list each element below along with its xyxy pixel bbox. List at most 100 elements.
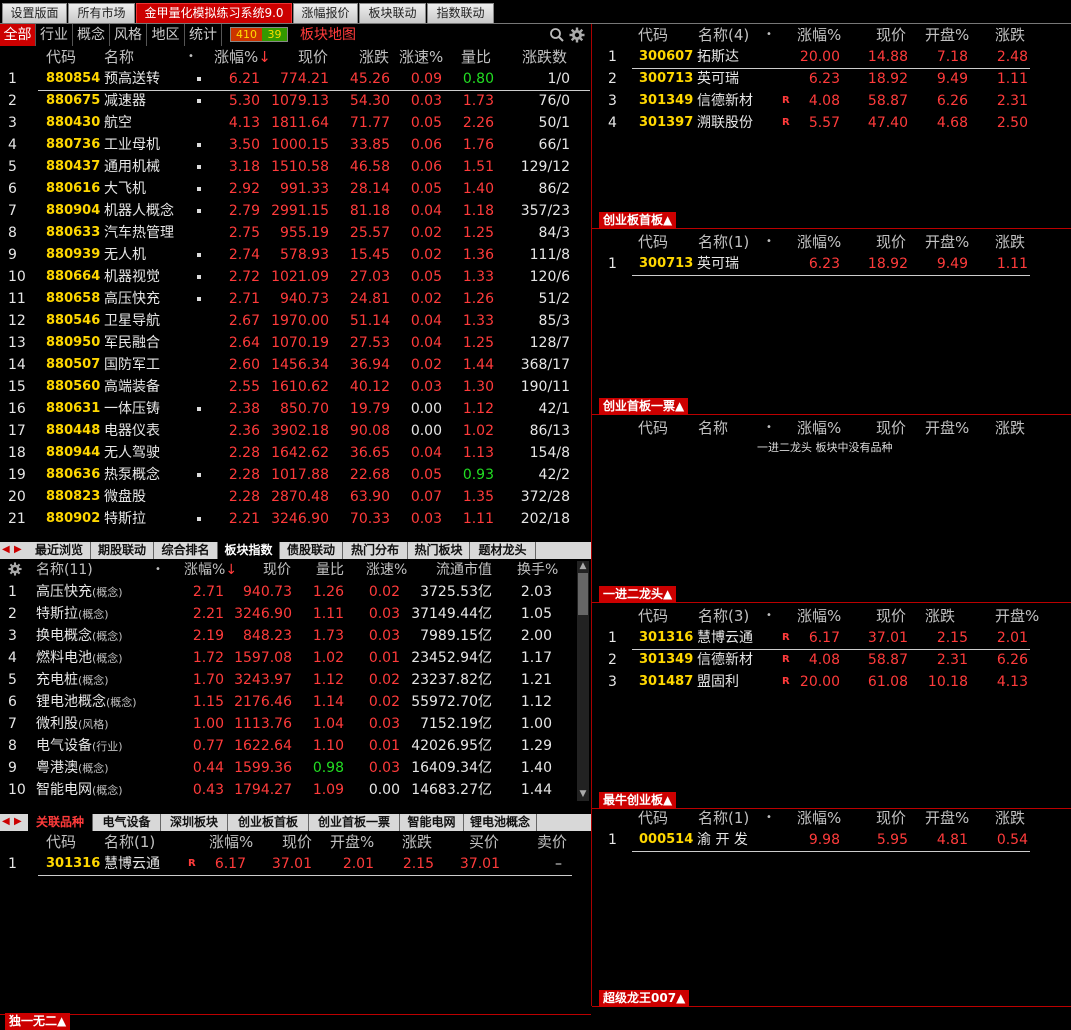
table-row[interactable]: 17 880448 电器仪表 2.36 3902.18 90.08 0.00 1.02 86/1…	[0, 420, 591, 442]
mid-tab-0[interactable]: 最近浏览	[28, 542, 91, 559]
panel-col[interactable]: 现价	[876, 605, 906, 627]
panel-col[interactable]: 开盘%	[925, 417, 969, 439]
col-change[interactable]: 涨跌	[402, 831, 432, 853]
panel-footer-tab[interactable]: 一进二龙头▲	[599, 586, 677, 603]
panel-col[interactable]: 涨幅%	[797, 231, 841, 253]
table-row[interactable]: 2 301349 信德新材 R 4.08 58.87 2.31 6.26	[592, 649, 1071, 671]
panel-col[interactable]: 涨幅%	[797, 807, 841, 829]
table-row[interactable]: 9 880939 无人机 2.74 578.93 15.45 0.02 1.36 111/8	[0, 244, 591, 266]
col-name[interactable]: 名称	[104, 46, 134, 68]
table-row[interactable]: 20 880823 微盘股 2.28 2870.48 63.90 0.07 1.35 372/2…	[0, 486, 591, 508]
tab-all-markets[interactable]: 所有市场	[68, 3, 135, 23]
col-mid-price[interactable]: 现价	[263, 559, 291, 581]
col-up-down-count[interactable]: 涨跌数	[522, 46, 567, 68]
panel-col[interactable]: 现价	[876, 807, 906, 829]
tab-quant-system[interactable]: 金甲量化模拟练习系统9.0	[136, 3, 292, 23]
col-name[interactable]: 名称(1)	[104, 831, 155, 853]
col-bid[interactable]: 买价	[469, 831, 499, 853]
table-row[interactable]: 5 880437 通用机械 3.18 1510.58 46.58 0.06 1.51 129/1…	[0, 156, 591, 178]
panel-col[interactable]: 代码	[638, 807, 668, 829]
scroll-thumb[interactable]	[578, 573, 588, 615]
panel-col[interactable]: 开盘%	[925, 231, 969, 253]
bottom-tab-6[interactable]: 锂电池概念	[464, 814, 537, 831]
table-row[interactable]: 1 880854 预高送转 6.21 774.21 45.26 0.09 0.80 1/0	[0, 68, 591, 90]
table-row[interactable]: 1 301316 慧博云通 R 6.17 37.01 2.15 2.01	[592, 627, 1071, 649]
sector-map-link[interactable]: 板块地图	[300, 24, 356, 46]
col-price[interactable]: 现价	[298, 46, 328, 68]
table-row[interactable]: 1 301316 慧博云通 R 6.17 37.01 2.01 2.15 37.01 –	[0, 853, 591, 875]
panel-col[interactable]: 涨幅%	[797, 24, 841, 46]
table-row[interactable]: 16 880631 一体压铸 2.38 850.70 19.79 0.00 1.12 42/1	[0, 398, 591, 420]
panel-footer-tab[interactable]: 创业首板一票▲	[599, 398, 689, 415]
table-row[interactable]: 2 特斯拉(概念) 2.21 3246.90 1.11 0.03 37149.44亿 1.05	[0, 603, 576, 625]
table-row[interactable]: 8 880633 汽车热管理 2.75 955.19 25.57 0.02 1.25 84/3	[0, 222, 591, 244]
table-row[interactable]: 2 880675 减速器 5.30 1079.13 54.30 0.03 1.73 76/0	[0, 90, 591, 112]
panel-col[interactable]: 代码	[638, 417, 668, 439]
panel-col[interactable]: 开盘%	[925, 807, 969, 829]
panel-col[interactable]: 代码	[638, 605, 668, 627]
panel-col[interactable]: 名称	[698, 417, 728, 439]
search-icon[interactable]	[549, 27, 565, 47]
panel-col[interactable]: 代码	[638, 24, 668, 46]
col-mid-float-cap[interactable]: 流通市值	[436, 559, 492, 581]
col-ask[interactable]: 卖价	[537, 831, 567, 853]
table-row[interactable]: 10 880664 机器视觉 2.72 1021.09 27.03 0.05 1.33 120/…	[0, 266, 591, 288]
cat-tab-all[interactable]: 全部	[0, 24, 36, 46]
col-mid-speed[interactable]: 涨速%	[366, 559, 407, 581]
mid-tab-6[interactable]: 热门板块	[408, 542, 470, 559]
table-row[interactable]: 11 880658 高压快充 2.71 940.73 24.81 0.02 1.26 51/2	[0, 288, 591, 310]
table-row[interactable]: 2 300713 英可瑞 6.23 18.92 9.49 1.11	[592, 68, 1071, 90]
panel-col[interactable]: 涨跌	[925, 605, 955, 627]
bottom-tab-3[interactable]: 创业板首板	[228, 814, 309, 831]
panel-col[interactable]: 涨跌	[995, 807, 1025, 829]
panel-col[interactable]: •	[766, 807, 772, 829]
table-row[interactable]: 6 880616 大飞机 2.92 991.33 28.14 0.05 1.40 86/2	[0, 178, 591, 200]
panel-col[interactable]: 现价	[876, 24, 906, 46]
tab-layout-settings[interactable]: 设置版面	[2, 3, 67, 23]
col-volume-ratio[interactable]: 量比	[461, 46, 491, 68]
panel-col[interactable]: 涨跌	[995, 231, 1025, 253]
panel-col[interactable]: 涨跌	[995, 24, 1025, 46]
col-open-pct[interactable]: 开盘%	[330, 831, 374, 853]
col-mid-volume-ratio[interactable]: 量比	[316, 559, 344, 581]
panel-col[interactable]: •	[766, 417, 772, 439]
bottom-tab-2[interactable]: 深圳板块	[161, 814, 228, 831]
panel-col[interactable]: 名称(3)	[698, 605, 749, 627]
tab-gain-quote[interactable]: 涨幅报价	[293, 3, 358, 23]
col-change-pct[interactable]: 涨幅%↓	[214, 46, 271, 68]
triangle-left-icon[interactable]: ◀	[2, 544, 10, 555]
panel-col[interactable]: 涨幅%	[797, 417, 841, 439]
table-row[interactable]: 13 880950 军民融合 2.64 1070.19 27.53 0.04 1.25 128/…	[0, 332, 591, 354]
mid-tab-3[interactable]: 板块指数	[218, 542, 280, 559]
gear-icon[interactable]	[569, 27, 585, 47]
table-row[interactable]: 4 301397 溯联股份 R 5.57 47.40 4.68 2.50	[592, 112, 1071, 134]
panel-col[interactable]: 现价	[876, 231, 906, 253]
panel-col[interactable]: 开盘%	[995, 605, 1039, 627]
table-row[interactable]: 1 300713 英可瑞 6.23 18.92 9.49 1.11	[592, 253, 1071, 275]
panel-col[interactable]: 现价	[876, 417, 906, 439]
table-row[interactable]: 6 锂电池概念(概念) 1.15 2176.46 1.14 0.02 55972.70亿 1.…	[0, 691, 576, 713]
col-mid-turnover[interactable]: 换手%	[517, 559, 558, 581]
triangle-left-icon[interactable]: ◀	[2, 816, 10, 827]
table-row[interactable]: 3 换电概念(概念) 2.19 848.23 1.73 0.03 7989.15亿 2.00	[0, 625, 576, 647]
table-row[interactable]: 7 880904 机器人概念 2.79 2991.15 81.18 0.04 1.18 357/…	[0, 200, 591, 222]
col-code[interactable]: 代码	[46, 46, 76, 68]
panel-col[interactable]: •	[766, 24, 772, 46]
table-row[interactable]: 4 880736 工业母机 3.50 1000.15 33.85 0.06 1.76 66/1	[0, 134, 591, 156]
table-row[interactable]: 4 燃料电池(概念) 1.72 1597.08 1.02 0.01 23452.94亿 1.1…	[0, 647, 576, 669]
cat-tab-industry[interactable]: 行业	[36, 24, 73, 46]
cat-tab-style[interactable]: 风格	[110, 24, 147, 46]
panel-col[interactable]: •	[766, 231, 772, 253]
panel-col[interactable]: 开盘%	[925, 24, 969, 46]
mid-tab-5[interactable]: 热门分布	[343, 542, 408, 559]
mid-tab-7[interactable]: 题材龙头	[470, 542, 536, 559]
table-row[interactable]: 1 300607 拓斯达 20.00 14.88 7.18 2.48	[592, 46, 1071, 68]
panel-col[interactable]: 名称(1)	[698, 807, 749, 829]
table-row[interactable]: 5 充电桩(概念) 1.70 3243.97 1.12 0.02 23237.82亿 1.21	[0, 669, 576, 691]
mid-tab-1[interactable]: 期股联动	[91, 542, 154, 559]
panel-col[interactable]: •	[766, 605, 772, 627]
table-row[interactable]: 12 880546 卫星导航 2.67 1970.00 51.14 0.04 1.33 85/3	[0, 310, 591, 332]
table-row[interactable]: 14 880507 国防军工 2.60 1456.34 36.94 0.02 1.44 368/…	[0, 354, 591, 376]
cat-tab-stats[interactable]: 统计	[185, 24, 222, 46]
bottom-tab-0[interactable]: 关联品种	[28, 814, 93, 831]
